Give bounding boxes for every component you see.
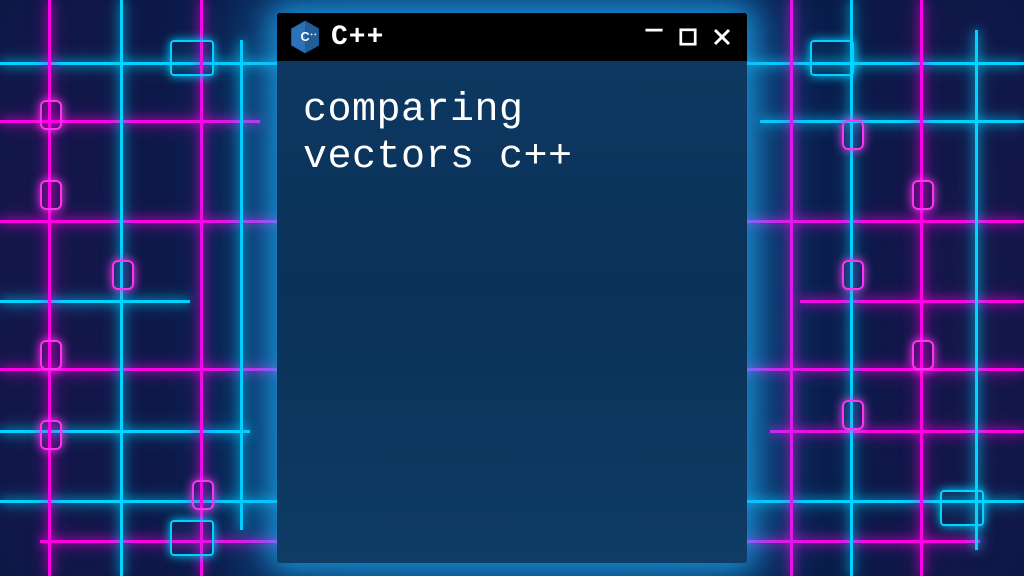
content-text: comparing vectors c++ xyxy=(303,88,573,180)
window-content: comparing vectors c++ xyxy=(277,61,747,563)
svg-text:+: + xyxy=(314,33,317,38)
titlebar[interactable]: C + + C++ — xyxy=(277,13,747,61)
maximize-button[interactable] xyxy=(675,24,701,50)
app-window: C + + C++ — comparing vectors c++ xyxy=(277,13,747,563)
svg-text:+: + xyxy=(310,33,313,38)
close-button[interactable] xyxy=(709,24,735,50)
cpp-hexagon-icon: C + + xyxy=(289,20,321,54)
window-title: C++ xyxy=(331,22,631,53)
window-controls: — xyxy=(641,24,735,50)
svg-text:C: C xyxy=(300,30,309,44)
minimize-button[interactable]: — xyxy=(641,18,667,44)
